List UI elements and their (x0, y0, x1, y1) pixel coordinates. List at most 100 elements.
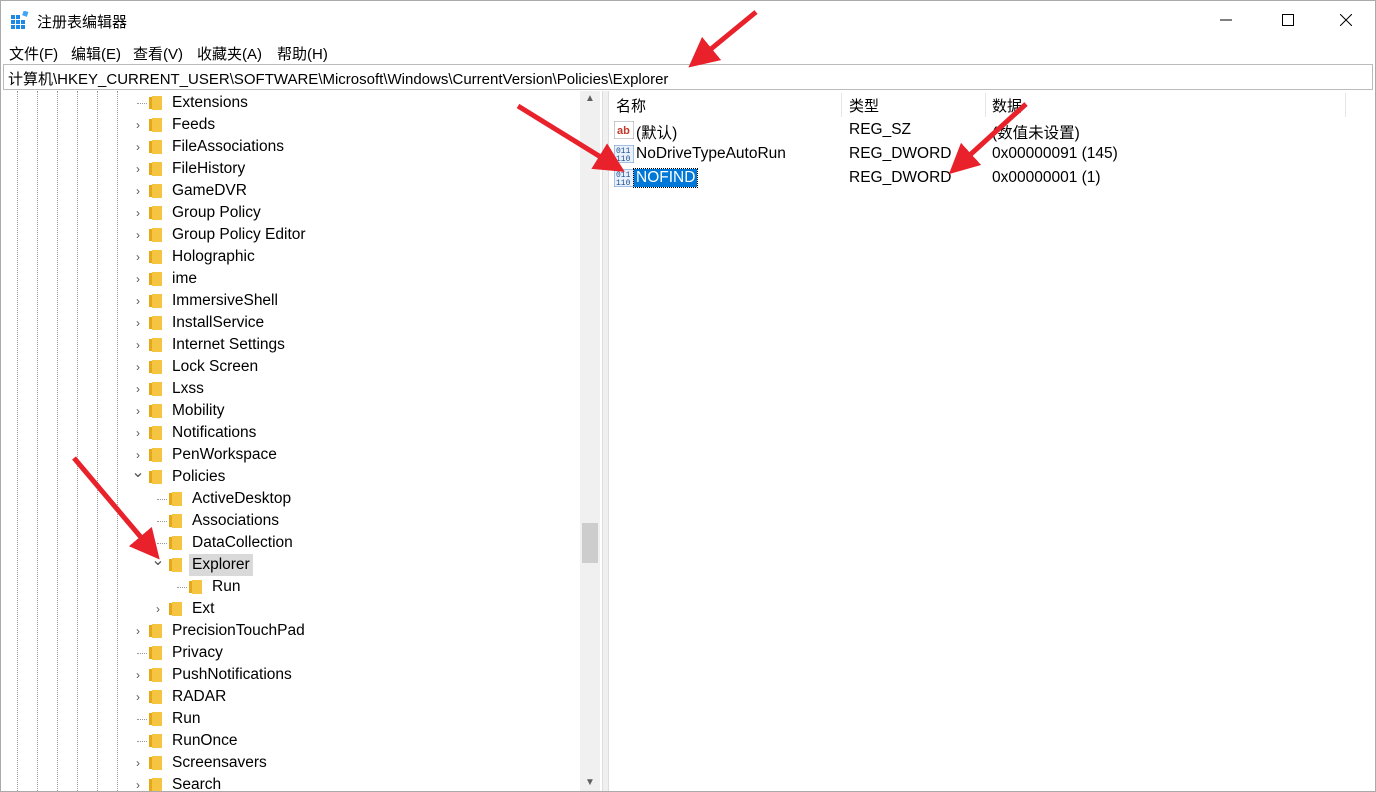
scroll-down-icon[interactable]: ▼ (580, 775, 600, 791)
folder-icon (149, 734, 162, 748)
chevron-right-icon[interactable]: › (131, 664, 145, 686)
column-header-name[interactable]: 名称 (616, 95, 646, 116)
menu-view[interactable]: 查看(V) (133, 43, 183, 64)
chevron-right-icon[interactable]: › (131, 158, 145, 180)
tree-item-label: RADAR (172, 688, 227, 705)
tree-item[interactable]: › Screensavers (131, 752, 441, 774)
chevron-right-icon[interactable]: › (131, 774, 145, 791)
folder-icon (149, 250, 162, 264)
tree-item[interactable]: › Group Policy Editor (131, 224, 441, 246)
key-tree[interactable]: Extensions › Feeds › FileAssociations › FileHi… (1, 91, 601, 791)
tree-item[interactable]: › Ext (151, 598, 441, 620)
chevron-right-icon[interactable]: › (131, 312, 145, 334)
chevron-right-icon[interactable]: › (131, 136, 145, 158)
tree-item[interactable]: › Internet Settings (131, 334, 441, 356)
tree-item-label: FileHistory (172, 160, 246, 177)
tree-item[interactable]: Extensions (131, 92, 441, 114)
column-header-data[interactable]: 数据 (992, 95, 1022, 116)
folder-icon (149, 272, 162, 286)
chevron-right-icon[interactable]: › (131, 378, 145, 400)
tree-item[interactable]: › FileHistory (131, 158, 441, 180)
folder-icon (169, 514, 182, 528)
tree-item[interactable]: › Mobility (131, 400, 441, 422)
title-bar: 注册表编辑器 (1, 1, 1375, 39)
chevron-right-icon[interactable]: › (131, 246, 145, 268)
folder-icon (149, 426, 162, 440)
value-name[interactable]: NOFIND (632, 168, 699, 188)
tree-item[interactable]: ⌄ Policies (131, 464, 441, 488)
chevron-right-icon[interactable]: › (131, 400, 145, 422)
tree-item[interactable]: ⌄ Explorer (151, 552, 441, 576)
tree-item[interactable]: › Feeds (131, 114, 441, 136)
tree-item[interactable]: › PushNotifications (131, 664, 441, 686)
value-row[interactable]: ab (默认) REG_SZ (数值未设置) (608, 118, 1375, 142)
chevron-right-icon[interactable]: › (131, 114, 145, 136)
tree-connector (157, 543, 167, 544)
tree-item-label: InstallService (172, 314, 265, 331)
tree-item[interactable]: ActiveDesktop (151, 488, 441, 510)
close-button[interactable] (1317, 1, 1375, 39)
chevron-right-icon[interactable]: › (131, 202, 145, 224)
folder-icon (149, 294, 162, 308)
column-divider[interactable] (841, 93, 842, 117)
tree-item-label: GameDVR (172, 182, 247, 199)
tree-item[interactable]: › Lxss (131, 378, 441, 400)
menu-file[interactable]: 文件(F) (9, 43, 58, 64)
tree-item[interactable]: Associations (151, 510, 441, 532)
menu-edit[interactable]: 编辑(E) (71, 43, 121, 64)
minimize-button[interactable] (1197, 1, 1255, 39)
chevron-right-icon[interactable]: › (131, 620, 145, 642)
column-divider[interactable] (1345, 93, 1346, 117)
chevron-right-icon[interactable]: › (131, 422, 145, 444)
tree-item[interactable]: RunOnce (131, 730, 441, 752)
folder-icon (149, 206, 162, 220)
value-data: 0x00000091 (145) (992, 145, 1118, 162)
chevron-right-icon[interactable]: › (131, 180, 145, 202)
tree-item-label: ActiveDesktop (192, 490, 292, 507)
folder-icon (169, 558, 182, 572)
tree-item[interactable]: › ime (131, 268, 441, 290)
scroll-thumb[interactable] (582, 523, 598, 563)
column-divider[interactable] (985, 93, 986, 117)
tree-item[interactable]: › Holographic (131, 246, 441, 268)
chevron-right-icon[interactable]: › (131, 268, 145, 290)
chevron-down-icon[interactable]: ⌄ (131, 462, 145, 484)
tree-item[interactable]: Run (131, 708, 441, 730)
chevron-right-icon[interactable]: › (131, 752, 145, 774)
value-row-selected[interactable]: 011 110 NOFIND REG_DWORD 0x00000001 (1) (608, 166, 1375, 190)
tree-item[interactable]: Privacy (131, 642, 441, 664)
tree-item[interactable]: › Group Policy (131, 202, 441, 224)
tree-item-label: Group Policy Editor (172, 226, 306, 243)
menu-favorites[interactable]: 收藏夹(A) (197, 43, 262, 64)
tree-item[interactable]: DataCollection (151, 532, 441, 554)
tree-item[interactable]: › RADAR (131, 686, 441, 708)
tree-item[interactable]: › PenWorkspace (131, 444, 441, 466)
column-header-type[interactable]: 类型 (849, 95, 879, 116)
tree-item[interactable]: › Lock Screen (131, 356, 441, 378)
values-list[interactable]: 名称 类型 数据 ab (默认) REG_SZ (数值未设置) 011 110 … (608, 91, 1375, 791)
chevron-right-icon[interactable]: › (131, 290, 145, 312)
maximize-button[interactable] (1259, 1, 1317, 39)
tree-item-label: PenWorkspace (172, 446, 277, 463)
chevron-right-icon[interactable]: › (131, 334, 145, 356)
tree-item[interactable]: Run (171, 576, 441, 598)
chevron-right-icon[interactable]: › (131, 224, 145, 246)
tree-item-label: PrecisionTouchPad (172, 622, 305, 639)
tree-item-label: Internet Settings (172, 336, 285, 353)
tree-item[interactable]: › ImmersiveShell (131, 290, 441, 312)
chevron-right-icon[interactable]: › (131, 686, 145, 708)
chevron-right-icon[interactable]: › (131, 356, 145, 378)
chevron-down-icon[interactable]: ⌄ (151, 550, 165, 572)
tree-item[interactable]: › Search (131, 774, 441, 791)
address-bar[interactable]: 计算机\HKEY_CURRENT_USER\SOFTWARE\Microsoft… (3, 64, 1373, 90)
tree-scrollbar[interactable]: ▲ ▼ (580, 91, 600, 791)
scroll-up-icon[interactable]: ▲ (580, 91, 600, 107)
tree-item[interactable]: › PrecisionTouchPad (131, 620, 441, 642)
tree-item[interactable]: › InstallService (131, 312, 441, 334)
tree-item[interactable]: › GameDVR (131, 180, 441, 202)
tree-item[interactable]: › FileAssociations (131, 136, 441, 158)
chevron-right-icon[interactable]: › (151, 598, 165, 620)
tree-item[interactable]: › Notifications (131, 422, 441, 444)
menu-help[interactable]: 帮助(H) (277, 43, 328, 64)
value-row[interactable]: 011 110 NoDriveTypeAutoRun REG_DWORD 0x0… (608, 142, 1375, 166)
